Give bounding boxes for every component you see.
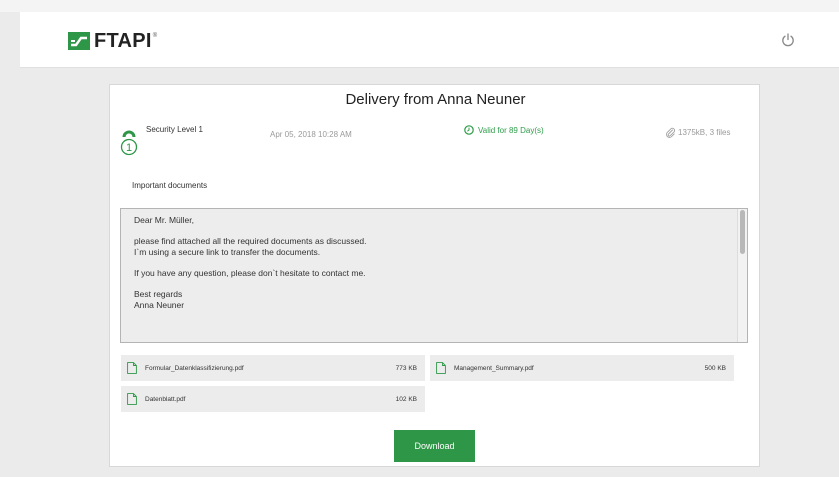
message-box[interactable]: Dear Mr. Müller, please find attached al… [120, 208, 748, 343]
app-window: FTAPI ® Delivery from Anna Neuner 1 Secu… [20, 12, 839, 477]
message-scrollbar[interactable] [737, 209, 747, 342]
app-header: FTAPI ® [20, 12, 839, 68]
file-item[interactable]: Datenblatt.pdf 102 KB [121, 386, 425, 412]
security-level-label: Security Level 1 [146, 125, 203, 134]
file-icon [127, 362, 137, 374]
message-text: Dear Mr. Müller, please find attached al… [134, 215, 724, 321]
clock-icon [464, 125, 474, 135]
file-size: 773 KB [395, 364, 417, 372]
message-signoff: Best regards Anna Neuner [134, 289, 724, 311]
ftapi-logo[interactable]: FTAPI ® [68, 31, 157, 51]
file-name: Datenblatt.pdf [145, 395, 186, 403]
delivery-card: Delivery from Anna Neuner 1 Security Lev… [109, 84, 760, 467]
message-closing: Best regards [134, 289, 183, 299]
scrollbar-thumb[interactable] [740, 210, 745, 254]
message-line: If you have any question, please don`t h… [134, 268, 366, 278]
message-line: please find attached all the required do… [134, 236, 367, 246]
window-top-strip [0, 0, 839, 12]
file-size: 500 KB [704, 364, 726, 372]
message-paragraph: please find attached all the required do… [134, 236, 724, 258]
validity-status: Valid for 89 Day(s) [464, 125, 544, 135]
lock-icon: 1 [120, 130, 138, 156]
file-item[interactable]: Management_Summary.pdf 500 KB [430, 355, 734, 381]
file-icon [436, 362, 446, 374]
power-icon[interactable] [780, 32, 796, 48]
size-text: 1375kB, 3 files [678, 128, 731, 137]
delivery-date: Apr 05, 2018 10:28 AM [270, 130, 352, 139]
file-name: Management_Summary.pdf [454, 364, 534, 372]
file-item[interactable]: Formular_Datenklassifizierung.pdf 773 KB [121, 355, 425, 381]
security-level-number: 1 [126, 142, 132, 154]
file-icon [127, 393, 137, 405]
registered-mark: ® [152, 33, 158, 39]
ftapi-logo-icon [68, 32, 90, 50]
message-line: I`m using a secure link to transfer the … [134, 247, 321, 257]
file-name: Formular_Datenklassifizierung.pdf [145, 364, 244, 372]
logo-text: FTAPI [94, 30, 152, 52]
file-size: 102 KB [395, 395, 417, 403]
download-button[interactable]: Download [394, 430, 475, 462]
validity-text: Valid for 89 Day(s) [478, 125, 544, 135]
paperclip-icon [666, 127, 675, 138]
message-signature: Anna Neuner [134, 300, 185, 310]
delivery-title: Delivery from Anna Neuner [345, 91, 526, 108]
attachment-size-info: 1375kB, 3 files [665, 127, 730, 138]
message-greeting: Dear Mr. Müller, [134, 215, 194, 225]
delivery-subject: Important documents [132, 181, 208, 190]
